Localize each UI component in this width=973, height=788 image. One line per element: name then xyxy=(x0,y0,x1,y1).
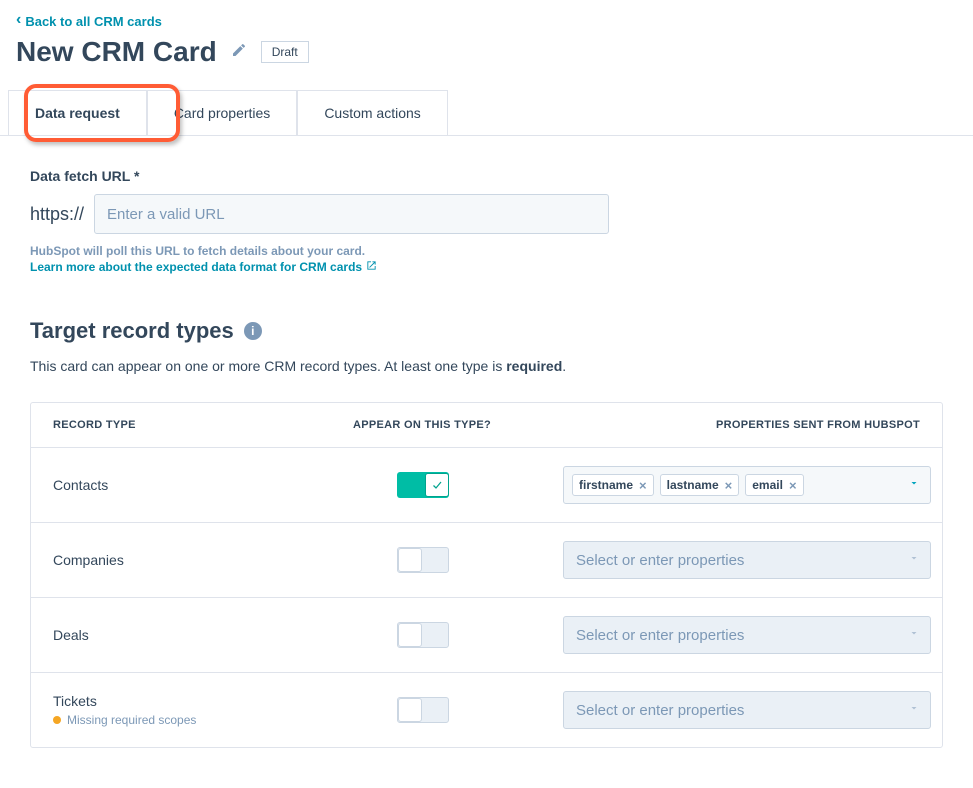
record-type-name: Contacts xyxy=(53,477,353,493)
toggle-knob xyxy=(425,473,449,497)
table-row: Contacts firstname × lastname × xyxy=(31,447,942,522)
tab-data-request[interactable]: Data request xyxy=(8,90,147,135)
tab-custom-actions[interactable]: Custom actions xyxy=(297,90,447,135)
page-title: New CRM Card xyxy=(16,36,217,68)
section-heading: Target record types xyxy=(30,318,234,344)
col-properties: PROPERTIES SENT FROM HUBSPOT xyxy=(563,419,920,431)
chip-email: email × xyxy=(745,474,803,496)
tab-label: Data request xyxy=(35,105,120,121)
chevron-down-icon xyxy=(908,476,920,494)
status-badge: Draft xyxy=(261,41,309,63)
record-type-name: Deals xyxy=(53,627,353,643)
url-protocol: https:// xyxy=(30,204,84,225)
toggle-deals[interactable] xyxy=(397,622,449,648)
record-types-table: RECORD TYPE APPEAR ON THIS TYPE? PROPERT… xyxy=(30,402,943,748)
toggle-tickets[interactable] xyxy=(397,697,449,723)
select-placeholder: Select or enter properties xyxy=(576,702,744,719)
record-type-name: Tickets xyxy=(53,693,353,709)
tab-label: Card properties xyxy=(174,105,271,121)
chevron-left-icon: ‹ xyxy=(16,12,21,28)
chip-remove-icon[interactable]: × xyxy=(725,479,733,492)
learn-more-label: Learn more about the expected data forma… xyxy=(30,260,362,274)
back-link[interactable]: ‹ Back to all CRM cards xyxy=(16,13,162,29)
toggle-knob xyxy=(398,698,422,722)
scope-warning: Missing required scopes xyxy=(53,713,353,727)
properties-select-companies[interactable]: Select or enter properties xyxy=(563,541,931,579)
table-row: Deals Select or enter properties xyxy=(31,597,942,672)
chip-remove-icon[interactable]: × xyxy=(639,479,647,492)
section-description: This card can appear on one or more CRM … xyxy=(30,358,957,374)
chevron-down-icon xyxy=(908,551,920,569)
record-type-name: Companies xyxy=(53,552,353,568)
select-placeholder: Select or enter properties xyxy=(576,627,744,644)
chevron-down-icon xyxy=(908,701,920,719)
col-appear: APPEAR ON THIS TYPE? xyxy=(353,419,563,431)
toggle-companies[interactable] xyxy=(397,547,449,573)
learn-more-link[interactable]: Learn more about the expected data forma… xyxy=(30,260,377,274)
select-placeholder: Select or enter properties xyxy=(576,552,744,569)
toggle-knob xyxy=(398,548,422,572)
tabs: Data request Card properties Custom acti… xyxy=(0,90,973,136)
chevron-down-icon xyxy=(908,626,920,644)
table-row: Companies Select or enter properties xyxy=(31,522,942,597)
warning-dot-icon xyxy=(53,716,61,724)
properties-select-deals[interactable]: Select or enter properties xyxy=(563,616,931,654)
edit-icon[interactable] xyxy=(231,42,247,63)
url-help-text: HubSpot will poll this URL to fetch deta… xyxy=(30,244,957,258)
table-header: RECORD TYPE APPEAR ON THIS TYPE? PROPERT… xyxy=(31,403,942,447)
back-link-label: Back to all CRM cards xyxy=(25,14,162,29)
tab-label: Custom actions xyxy=(324,105,420,121)
table-row: Tickets Missing required scopes Select o… xyxy=(31,672,942,747)
toggle-knob xyxy=(398,623,422,647)
properties-select-tickets[interactable]: Select or enter properties xyxy=(563,691,931,729)
info-icon[interactable]: i xyxy=(244,322,262,340)
url-label: Data fetch URL * xyxy=(30,168,957,184)
chip-lastname: lastname × xyxy=(660,474,740,496)
toggle-contacts[interactable] xyxy=(397,472,449,498)
col-record-type: RECORD TYPE xyxy=(53,419,353,431)
url-input[interactable] xyxy=(94,194,609,234)
chip-firstname: firstname × xyxy=(572,474,654,496)
external-link-icon xyxy=(366,260,377,274)
tab-card-properties[interactable]: Card properties xyxy=(147,90,298,135)
properties-select-contacts[interactable]: firstname × lastname × email × xyxy=(563,466,931,504)
chip-remove-icon[interactable]: × xyxy=(789,479,797,492)
